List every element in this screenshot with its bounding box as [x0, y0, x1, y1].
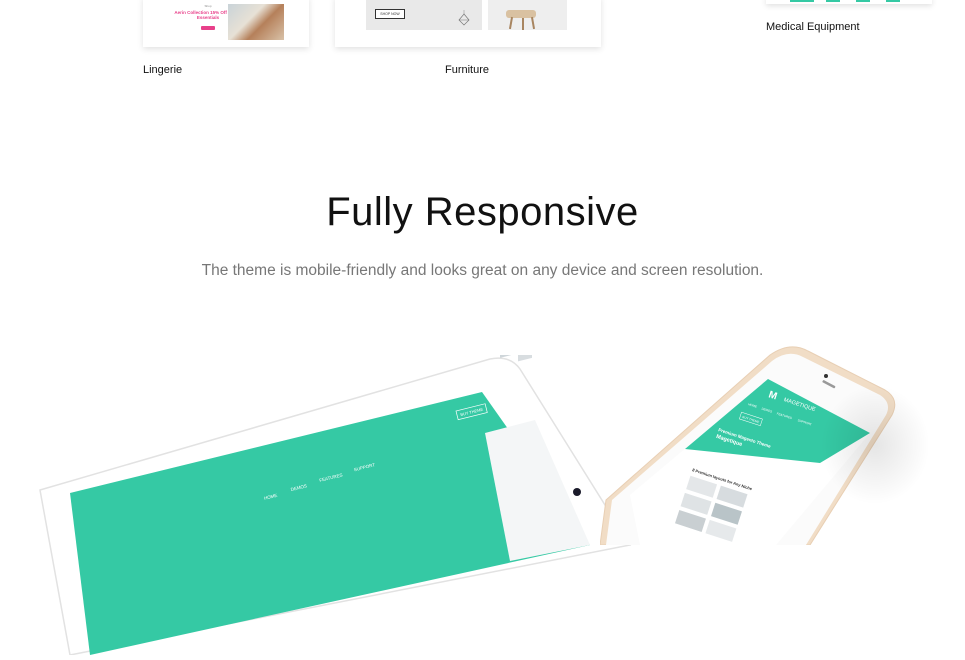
demo-label-medical[interactable]: Medical Equipment [766, 21, 860, 33]
tablet-thumbnail [518, 347, 532, 362]
demo-card-furniture[interactable]: SHOP NOW [335, 0, 601, 47]
section-title: Fully Responsive [326, 190, 639, 234]
tablet-thumbnail [500, 344, 514, 358]
demo-label-furniture[interactable]: Furniture [445, 64, 489, 76]
chair-leg [530, 16, 536, 30]
tablet-camera [573, 488, 581, 496]
tablet-illustration: BUY THEME HOME DEMOS FEATURES SUPPORT [39, 344, 632, 656]
tablet-mockup: BUY THEME HOME DEMOS FEATURES SUPPORT [30, 344, 670, 656]
medical-accent-bar [856, 0, 870, 2]
furniture-banner: SHOP NOW [366, 0, 482, 30]
medical-accent-bar [790, 0, 814, 2]
furniture-shop-button: SHOP NOW [375, 9, 405, 19]
demo-card-lingerie[interactable]: Shop Aerin Collection 15% Off Beach Esse… [143, 0, 309, 47]
demo-label-lingerie[interactable]: Lingerie [143, 64, 182, 76]
furniture-chair-photo [488, 0, 567, 30]
phone-camera [824, 374, 828, 378]
section-subtitle: The theme is mobile-friendly and looks g… [201, 262, 764, 279]
chair-leg [508, 16, 514, 30]
lamp-icon [458, 10, 470, 26]
phone-shadow [820, 385, 930, 505]
phone-mockup: M MAGETIQUE HOME DEMOS FEATURES SUPPORT … [599, 345, 930, 546]
demo-card-medical[interactable] [766, 0, 932, 4]
lingerie-photo [228, 4, 284, 40]
lingerie-shop-button [201, 26, 215, 30]
chair-leg [522, 18, 524, 30]
medical-accent-bar [886, 0, 900, 2]
medical-accent-bar [826, 0, 840, 2]
